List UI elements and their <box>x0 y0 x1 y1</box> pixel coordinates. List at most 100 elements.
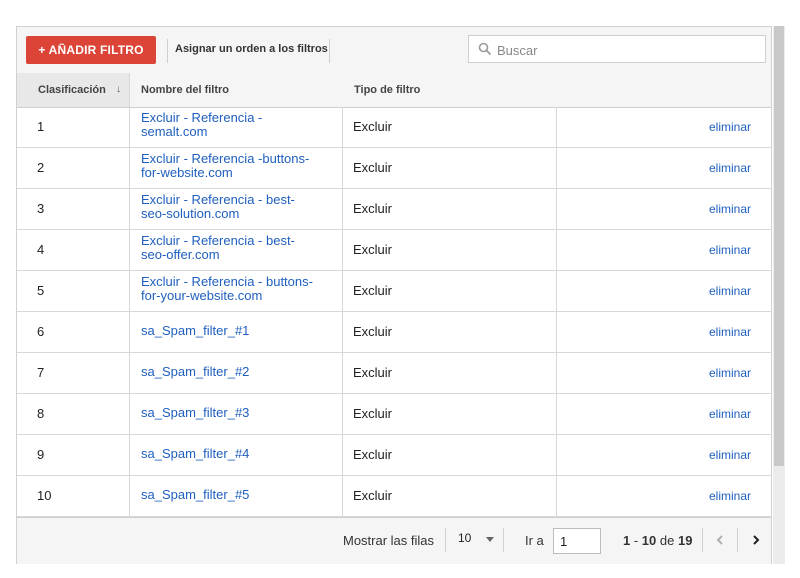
delete-link[interactable]: eliminar <box>709 366 751 380</box>
next-page-button[interactable] <box>744 528 768 552</box>
action-cell: eliminar <box>557 476 773 516</box>
rank-value: 8 <box>37 406 45 421</box>
table-row: 1 Excluir - Referencia - semalt.com Excluir… <box>17 107 771 148</box>
type-cell: Excluir <box>343 476 557 516</box>
name-cell: sa_Spam_filter_#1 <box>130 312 343 352</box>
action-cell: eliminar <box>557 148 773 188</box>
column-header-rank[interactable]: Clasificación ↓ <box>17 73 130 107</box>
search-box <box>468 35 766 63</box>
name-cell: sa_Spam_filter_#4 <box>130 435 343 475</box>
action-cell: eliminar <box>557 435 773 475</box>
delete-link[interactable]: eliminar <box>709 489 751 503</box>
range-end: 10 <box>641 533 657 548</box>
table-row: 8 sa_Spam_filter_#3 Excluir eliminar <box>17 394 771 435</box>
type-cell: Excluir <box>343 230 557 270</box>
filter-name-link[interactable]: Excluir - Referencia - semalt.com <box>141 111 331 139</box>
action-cell: eliminar <box>557 394 773 434</box>
action-cell: eliminar <box>557 107 773 147</box>
page-range: 1 - 10 de 19 <box>623 533 693 548</box>
chevron-right-icon <box>753 535 760 545</box>
filter-name-line: Excluir - Referencia - buttons- <box>141 274 313 289</box>
chevron-down-icon <box>486 537 494 542</box>
filter-name-line: for-website.com <box>141 165 233 180</box>
assign-order-button[interactable]: Asignar un orden a los filtros <box>175 39 328 59</box>
filter-type: Excluir <box>353 119 393 134</box>
filter-name-line: seo-offer.com <box>141 247 220 262</box>
delete-link[interactable]: eliminar <box>709 202 751 216</box>
filter-type: Excluir <box>353 447 393 462</box>
footer-divider <box>445 528 446 552</box>
action-cell: eliminar <box>557 230 773 270</box>
filter-type: Excluir <box>353 365 393 380</box>
filter-name-link[interactable]: Excluir - Referencia -buttons-for-websit… <box>141 152 331 180</box>
filter-name-link[interactable]: sa_Spam_filter_#2 <box>141 365 331 379</box>
delete-link[interactable]: eliminar <box>709 161 751 175</box>
filter-name-line: sa_Spam_filter_#4 <box>141 446 250 461</box>
table-row: 2 Excluir - Referencia -buttons-for-websi… <box>17 148 771 189</box>
type-cell: Excluir <box>343 353 557 393</box>
rank-value: 4 <box>37 242 45 257</box>
toolbar-divider <box>167 39 168 63</box>
delete-link[interactable]: eliminar <box>709 243 751 257</box>
filter-name-link[interactable]: sa_Spam_filter_#5 <box>141 488 331 502</box>
search-input[interactable] <box>495 39 761 61</box>
table-row: 7 sa_Spam_filter_#2 Excluir eliminar <box>17 353 771 394</box>
column-header-type[interactable]: Tipo de filtro <box>354 73 420 107</box>
action-cell: eliminar <box>557 189 773 229</box>
filter-name-link[interactable]: sa_Spam_filter_#4 <box>141 447 331 461</box>
rank-cell: 10 <box>17 476 130 516</box>
action-cell: eliminar <box>557 353 773 393</box>
rank-value: 9 <box>37 447 45 462</box>
filters-table-body: 1 Excluir - Referencia - semalt.com Excluir… <box>17 107 771 517</box>
rank-value: 10 <box>37 488 52 503</box>
filter-name-line: sa_Spam_filter_#1 <box>141 323 250 338</box>
table-row: 4 Excluir - Referencia - best-seo-offer.c… <box>17 230 771 271</box>
footer-divider <box>503 528 504 552</box>
range-total: 19 <box>677 533 693 548</box>
range-start: 1 <box>623 533 631 548</box>
rows-per-page-value: 10 <box>458 531 472 545</box>
rank-cell: 6 <box>17 312 130 352</box>
rank-value: 2 <box>37 160 45 175</box>
goto-page-input[interactable] <box>553 528 601 554</box>
rank-cell: 5 <box>17 271 130 311</box>
filter-name-line: Excluir - Referencia -buttons- <box>141 151 310 166</box>
filter-type: Excluir <box>353 324 393 339</box>
scrollbar-thumb[interactable] <box>774 26 784 466</box>
rows-per-page-select[interactable]: 10 <box>454 528 498 552</box>
name-cell: Excluir - Referencia -buttons-for-websit… <box>130 148 343 188</box>
delete-link[interactable]: eliminar <box>709 284 751 298</box>
filter-name-line: sa_Spam_filter_#3 <box>141 405 250 420</box>
show-rows-label: Mostrar las filas <box>343 533 435 548</box>
column-header-name[interactable]: Nombre del filtro <box>141 73 229 107</box>
filter-type: Excluir <box>353 406 393 421</box>
filter-name-line: Excluir - Referencia - best- <box>141 192 295 207</box>
filter-name-link[interactable]: Excluir - Referencia - best-seo-solution… <box>141 193 331 221</box>
search-icon <box>478 42 492 56</box>
filter-name-line: sa_Spam_filter_#2 <box>141 364 250 379</box>
rank-value: 3 <box>37 201 45 216</box>
delete-link[interactable]: eliminar <box>709 120 751 134</box>
filter-name-link[interactable]: sa_Spam_filter_#1 <box>141 324 331 338</box>
table-row: 10 sa_Spam_filter_#5 Excluir eliminar <box>17 476 771 517</box>
filter-name-link[interactable]: Excluir - Referencia - best-seo-offer.co… <box>141 234 331 262</box>
goto-label: Ir a <box>525 533 544 548</box>
rank-value: 7 <box>37 365 45 380</box>
add-filter-button[interactable]: + AÑADIR FILTRO <box>26 36 156 64</box>
delete-link[interactable]: eliminar <box>709 325 751 339</box>
delete-link[interactable]: eliminar <box>709 448 751 462</box>
filter-name-link[interactable]: Excluir - Referencia - buttons-for-your-… <box>141 275 331 303</box>
table-row: 9 sa_Spam_filter_#4 Excluir eliminar <box>17 435 771 476</box>
filters-panel: + AÑADIR FILTRO Asignar un orden a los f… <box>16 26 772 564</box>
rank-cell: 3 <box>17 189 130 229</box>
filter-name-line: Excluir - Referencia - <box>141 110 263 125</box>
prev-page-button[interactable] <box>708 528 732 552</box>
delete-link[interactable]: eliminar <box>709 407 751 421</box>
rank-value: 6 <box>37 324 45 339</box>
rank-cell: 7 <box>17 353 130 393</box>
filter-name-link[interactable]: sa_Spam_filter_#3 <box>141 406 331 420</box>
table-row: 3 Excluir - Referencia - best-seo-solutio… <box>17 189 771 230</box>
type-cell: Excluir <box>343 394 557 434</box>
name-cell: sa_Spam_filter_#3 <box>130 394 343 434</box>
rank-value: 5 <box>37 283 45 298</box>
